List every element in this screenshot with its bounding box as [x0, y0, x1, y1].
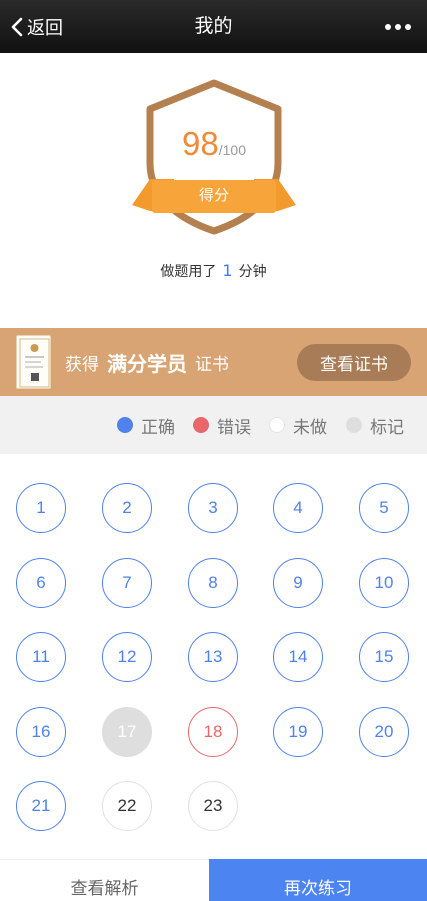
question-item[interactable]: 15	[359, 632, 409, 682]
back-button[interactable]: 返回	[10, 0, 63, 53]
question-item[interactable]: 10	[359, 558, 409, 608]
question-item[interactable]: 9	[273, 558, 323, 608]
nav-bar: 返回 我的	[0, 0, 427, 53]
certificate-banner: 获得 满分学员 证书 查看证书	[0, 328, 427, 396]
undone-dot-icon	[269, 417, 285, 433]
certificate-text: 获得 满分学员 证书	[65, 328, 229, 396]
time-prefix: 做题用了	[160, 264, 217, 280]
question-item[interactable]: 21	[16, 781, 66, 831]
question-grid: 1 2 3 4 5 6 7 8 9 10 11 12 13 14 15 16 17 18 19 20 21 22 23	[0, 454, 427, 859]
time-unit: 分钟	[238, 264, 267, 280]
score-value: 98	[182, 125, 219, 162]
legend-item-correct: 正确	[117, 396, 175, 454]
score-section: 98/100 得分 做题用了 1 分钟	[0, 53, 427, 328]
bottom-bar: 查看解析 再次练习	[0, 859, 427, 901]
view-analysis-button[interactable]: 查看解析	[0, 859, 209, 901]
question-item[interactable]: 1	[16, 483, 66, 533]
question-item[interactable]: 17	[102, 707, 152, 757]
question-item[interactable]: 8	[188, 558, 238, 608]
certificate-icon	[19, 338, 50, 388]
legend-label: 标记	[370, 417, 404, 438]
certificate-title: 满分学员	[107, 351, 187, 376]
question-item[interactable]: 23	[188, 781, 238, 831]
score-ribbon-label: 得分	[198, 186, 229, 204]
back-label: 返回	[27, 17, 63, 39]
legend-label: 未做	[293, 417, 327, 438]
marked-dot-icon	[346, 417, 362, 433]
time-used: 做题用了 1 分钟	[0, 261, 427, 281]
legend-item-undone: 未做	[269, 396, 327, 454]
question-item[interactable]: 20	[359, 707, 409, 757]
correct-dot-icon	[117, 417, 133, 433]
score-display: 98/100	[128, 125, 300, 163]
question-item[interactable]: 22	[102, 781, 152, 831]
question-item[interactable]: 2	[102, 483, 152, 533]
page-title: 我的	[194, 15, 233, 37]
practice-again-button[interactable]: 再次练习	[209, 859, 427, 901]
more-horizontal-icon	[385, 23, 411, 30]
wrong-dot-icon	[193, 417, 209, 433]
page: 返回 我的 98/100 得分 做题用了 1 分钟 获得 满分学员 证书 查看证…	[0, 0, 427, 901]
question-item[interactable]: 14	[273, 632, 323, 682]
legend-label: 错误	[217, 417, 251, 438]
question-item[interactable]: 4	[273, 483, 323, 533]
legend-item-wrong: 错误	[193, 396, 251, 454]
more-button[interactable]	[383, 0, 413, 53]
view-certificate-button[interactable]: 查看证书	[297, 344, 411, 381]
legend-label: 正确	[141, 417, 175, 438]
question-item[interactable]: 7	[102, 558, 152, 608]
chevron-left-icon	[11, 17, 23, 36]
question-item[interactable]: 12	[102, 632, 152, 682]
legend-item-marked: 标记	[346, 396, 404, 454]
question-item[interactable]: 13	[188, 632, 238, 682]
certificate-prefix: 获得	[65, 354, 99, 375]
question-item[interactable]: 5	[359, 483, 409, 533]
question-item[interactable]: 18	[188, 707, 238, 757]
question-item[interactable]: 3	[188, 483, 238, 533]
score-total: /100	[218, 142, 246, 158]
question-item[interactable]: 6	[16, 558, 66, 608]
legend: 正确 错误 未做 标记	[0, 396, 427, 454]
question-item[interactable]: 16	[16, 707, 66, 757]
certificate-thumbnail	[16, 335, 51, 389]
time-value: 1	[222, 261, 233, 280]
certificate-suffix: 证书	[195, 354, 229, 375]
question-item[interactable]: 19	[273, 707, 323, 757]
question-item[interactable]: 11	[16, 632, 66, 682]
